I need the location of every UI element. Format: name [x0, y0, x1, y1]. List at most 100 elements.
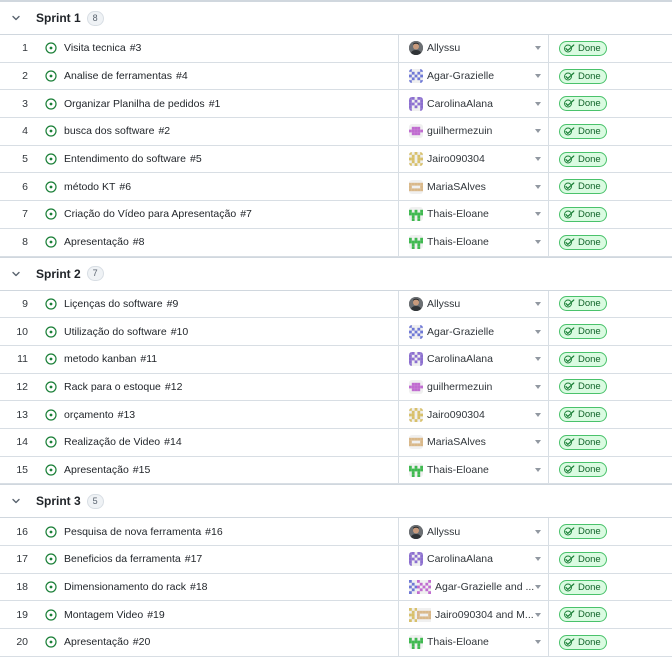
table-row[interactable]: 19 Montagem Video #19 Jairo090304 and M... D… [0, 601, 672, 630]
assignee-cell[interactable]: Jairo090304 [399, 401, 549, 428]
triangle-down-icon[interactable] [535, 640, 541, 645]
status-cell[interactable]: Done [549, 601, 672, 628]
status-cell[interactable]: Done [549, 546, 672, 573]
issue-title-link[interactable]: método KT [64, 181, 115, 193]
issue-title-link[interactable]: Apresentação [64, 636, 129, 648]
status-cell[interactable]: Done [549, 346, 672, 373]
triangle-down-icon[interactable] [535, 585, 541, 590]
table-row[interactable]: 9 Liçenças do software #9 Allyssu Done [0, 290, 672, 319]
title-cell[interactable]: Analise de ferramentas #4 [40, 62, 399, 90]
triangle-down-icon[interactable] [535, 357, 541, 362]
title-cell[interactable]: Montagem Video #19 [40, 601, 399, 629]
status-badge[interactable]: Done [559, 151, 607, 167]
status-cell[interactable]: Done [549, 35, 672, 62]
assignee-cell[interactable]: CarolinaAlana [399, 345, 549, 373]
status-badge[interactable]: Done [559, 407, 607, 423]
group-header[interactable]: Sprint 3 5 [0, 484, 672, 519]
status-cell[interactable]: Done [549, 457, 672, 484]
status-cell[interactable]: Done [549, 401, 672, 428]
status-badge[interactable]: Done [559, 324, 607, 340]
assignee-cell[interactable]: Jairo090304 and M... [399, 601, 549, 629]
title-cell[interactable]: Dimensionamento do rack #18 [40, 573, 399, 601]
status-cell[interactable]: Done [549, 173, 672, 200]
assignee-cell[interactable]: Thais-Eloane [399, 629, 549, 656]
issue-title-link[interactable]: Beneficios da ferramenta [64, 553, 181, 565]
triangle-down-icon[interactable] [535, 329, 541, 334]
title-cell[interactable]: metodo kanban #11 [40, 345, 399, 373]
issue-title-link[interactable]: Liçenças do software [64, 298, 163, 310]
table-row[interactable]: 16 Pesquisa de nova ferramenta #16 Allyssu D… [0, 518, 672, 546]
chevron-down-icon[interactable] [9, 267, 23, 281]
assignee-cell[interactable]: Agar-Grazielle and ... [399, 573, 549, 601]
table-row[interactable]: 18 Dimensionamento do rack #18 Agar-Graziel… [0, 573, 672, 602]
title-cell[interactable]: Organizar Planilha de pedidos #1 [40, 90, 399, 118]
status-cell[interactable]: Done [549, 118, 672, 145]
status-cell[interactable]: Done [549, 146, 672, 173]
status-badge[interactable]: Done [559, 68, 607, 84]
table-row[interactable]: 1 Visita tecnica #3 Allyssu Done [0, 35, 672, 63]
assignee-cell[interactable]: Allyssu [399, 290, 549, 318]
status-cell[interactable]: Done [549, 201, 672, 228]
title-cell[interactable]: Apresentação #15 [40, 456, 399, 484]
issue-title-link[interactable]: Pesquisa de nova ferramenta [64, 526, 201, 538]
assignee-cell[interactable]: MariaSAlves [399, 428, 549, 456]
title-cell[interactable]: Criação do Vídeo para Apresentação #7 [40, 201, 399, 228]
title-cell[interactable]: orçamento #13 [40, 401, 399, 428]
title-cell[interactable]: método KT #6 [40, 173, 399, 201]
status-badge[interactable]: Done [559, 434, 607, 450]
assignee-cell[interactable]: Agar-Grazielle [399, 62, 549, 90]
triangle-down-icon[interactable] [535, 301, 541, 306]
triangle-down-icon[interactable] [535, 240, 541, 245]
assignee-cell[interactable]: Allyssu [399, 518, 549, 545]
table-row[interactable]: 3 Organizar Planilha de pedidos #1 Carolina… [0, 90, 672, 119]
issue-title-link[interactable]: Criação do Vídeo para Apresentação [64, 208, 236, 220]
status-cell[interactable]: Done [549, 318, 672, 345]
group-header[interactable]: Sprint 2 7 [0, 256, 672, 291]
assignee-cell[interactable]: Agar-Grazielle [399, 318, 549, 345]
title-cell[interactable]: Rack para o estoque #12 [40, 373, 399, 401]
triangle-down-icon[interactable] [535, 412, 541, 417]
triangle-down-icon[interactable] [535, 74, 541, 79]
chevron-down-icon[interactable] [9, 494, 23, 508]
assignee-cell[interactable]: MariaSAlves [399, 173, 549, 201]
title-cell[interactable]: Realização de Video #14 [40, 428, 399, 456]
table-row[interactable]: 4 busca dos software #2 guilhermezuin Done [0, 118, 672, 146]
table-row[interactable]: 20 Apresentação #20 Thais-Eloane Done [0, 629, 672, 657]
status-badge[interactable]: Done [559, 551, 607, 567]
issue-title-link[interactable]: Entendimento do software [64, 153, 186, 165]
table-row[interactable]: 6 método KT #6 MariaSAlves Done [0, 173, 672, 202]
issue-title-link[interactable]: Realização de Video [64, 436, 160, 448]
triangle-down-icon[interactable] [535, 384, 541, 389]
table-row[interactable]: 14 Realização de Video #14 MariaSAlves Done [0, 428, 672, 457]
assignee-cell[interactable]: Thais-Eloane [399, 456, 549, 484]
title-cell[interactable]: Liçenças do software #9 [40, 290, 399, 318]
triangle-down-icon[interactable] [535, 557, 541, 562]
table-row[interactable]: 11 metodo kanban #11 CarolinaAlana Done [0, 345, 672, 374]
status-badge[interactable]: Done [559, 351, 607, 367]
status-badge[interactable]: Done [559, 206, 607, 222]
status-cell[interactable]: Done [549, 63, 672, 90]
table-row[interactable]: 17 Beneficios da ferramenta #17 CarolinaAla… [0, 546, 672, 574]
status-cell[interactable]: Done [549, 374, 672, 401]
triangle-down-icon[interactable] [535, 101, 541, 106]
issue-title-link[interactable]: metodo kanban [64, 353, 136, 365]
assignee-cell[interactable]: Allyssu [399, 35, 549, 62]
chevron-down-icon[interactable] [9, 11, 23, 25]
title-cell[interactable]: Apresentação #8 [40, 228, 399, 256]
triangle-down-icon[interactable] [535, 612, 541, 617]
triangle-down-icon[interactable] [535, 129, 541, 134]
assignee-cell[interactable]: guilhermezuin [399, 118, 549, 145]
title-cell[interactable]: Utilização do software #10 [40, 318, 399, 345]
status-badge[interactable]: Done [559, 579, 607, 595]
issue-title-link[interactable]: Rack para o estoque [64, 381, 161, 393]
issue-title-link[interactable]: Apresentação [64, 464, 129, 476]
issue-title-link[interactable]: busca dos software [64, 125, 154, 137]
triangle-down-icon[interactable] [535, 184, 541, 189]
table-row[interactable]: 7 Criação do Vídeo para Apresentação #7 Tha… [0, 201, 672, 229]
assignee-cell[interactable]: Jairo090304 [399, 145, 549, 173]
status-cell[interactable]: Done [549, 629, 672, 656]
status-cell[interactable]: Done [549, 229, 672, 256]
group-header[interactable]: Sprint 1 8 [0, 0, 672, 35]
table-row[interactable]: 8 Apresentação #8 Thais-Eloane Done [0, 228, 672, 257]
status-badge[interactable]: Done [559, 379, 607, 395]
